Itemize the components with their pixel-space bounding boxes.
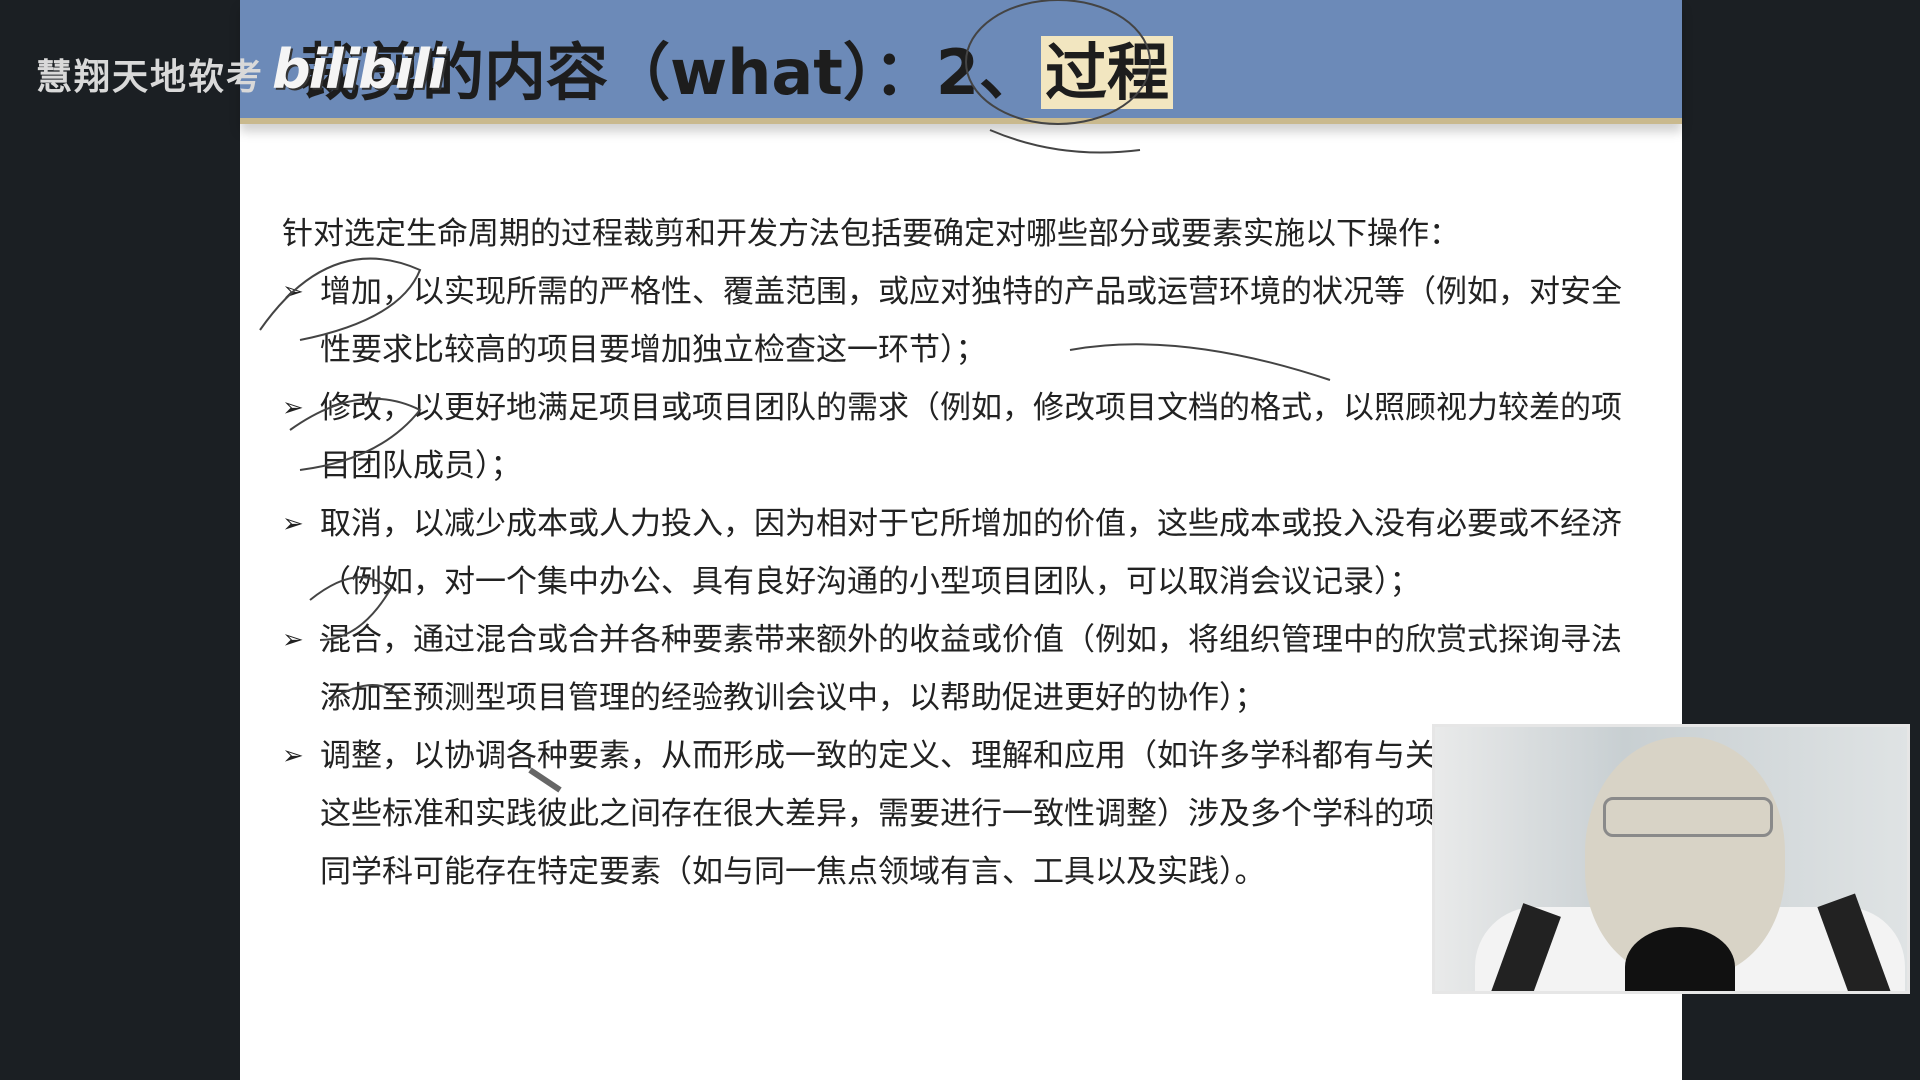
intro-text: 针对选定生命周期的过程裁剪和开发方法包括要确定对哪些部分或要素实施以下操作： bbox=[282, 216, 1460, 252]
title-band: 裁剪的内容（what）：2、过程 bbox=[240, 0, 1682, 124]
bullet-arrow-icon: ➢ bbox=[282, 509, 304, 539]
webcam-overlay bbox=[1432, 724, 1910, 994]
channel-watermark: 慧翔天地软考 bbox=[36, 57, 265, 98]
bullet-item: ➢ 混合，通过混合或合并各种要素带来额外的收益或价值（例如，将组织管理中的欣赏式探… bbox=[282, 611, 1642, 727]
bullet-text: 取消，以减少成本或人力投入，因为相对于它所增加的价值，这些成本或投入没有必要或不… bbox=[320, 506, 1622, 600]
bullet-item: ➢ 取消，以减少成本或人力投入，因为相对于它所增加的价值，这些成本或投入没有必要或… bbox=[282, 495, 1642, 611]
bullet-arrow-icon: ➢ bbox=[282, 277, 304, 307]
bilibili-logo: bilibili bbox=[272, 38, 446, 101]
bullet-arrow-icon: ➢ bbox=[282, 625, 304, 655]
presenter-glasses bbox=[1603, 797, 1773, 837]
bullet-arrow-icon: ➢ bbox=[282, 393, 304, 423]
bullet-text: 增加，以实现所需的严格性、覆盖范围，或应对独特的产品或运营环境的状况等（例如，对… bbox=[320, 274, 1622, 368]
bullet-arrow-icon: ➢ bbox=[282, 741, 304, 771]
bullet-text: 混合，通过混合或合并各种要素带来额外的收益或价值（例如，将组织管理中的欣赏式探询… bbox=[320, 622, 1622, 716]
bullet-item: ➢ 修改，以更好地满足项目或项目团队的需求（例如，修改项目文档的格式，以照顾视力较… bbox=[282, 379, 1642, 495]
bullet-item: ➢ 增加，以实现所需的严格性、覆盖范围，或应对独特的产品或运营环境的状况等（例如，… bbox=[282, 263, 1642, 379]
left-letterbox bbox=[0, 0, 240, 1080]
bullet-text: 修改，以更好地满足项目或项目团队的需求（例如，修改项目文档的格式，以照顾视力较差… bbox=[320, 390, 1622, 484]
slide-title-highlight: 过程 bbox=[1041, 36, 1174, 109]
